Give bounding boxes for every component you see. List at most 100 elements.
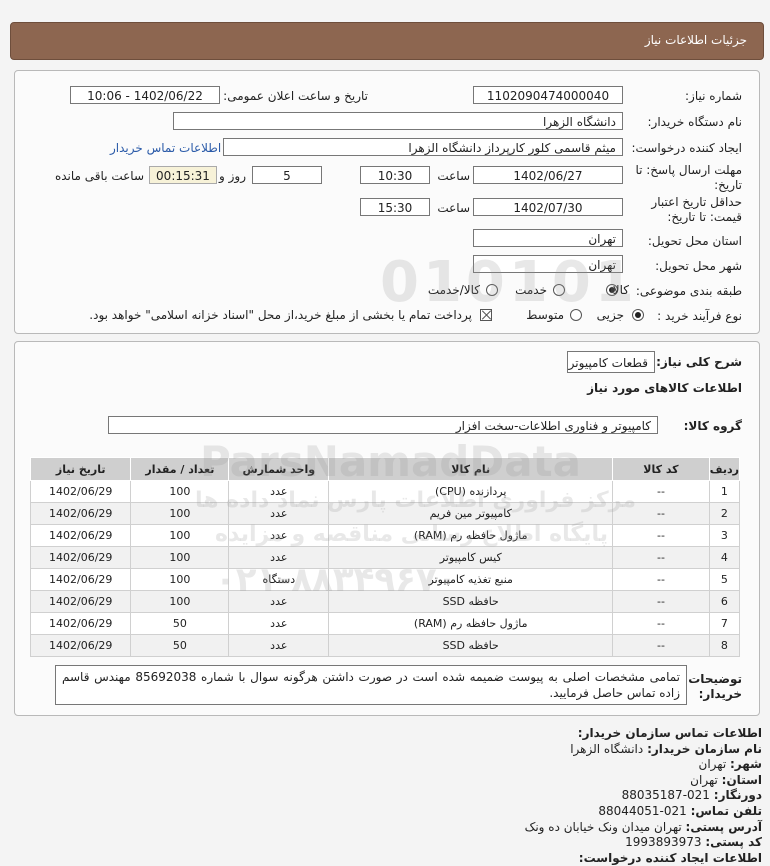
cell-unit: عدد xyxy=(228,480,330,503)
cell-qty: 100 xyxy=(130,590,230,613)
province-field[interactable]: تهران xyxy=(473,229,623,247)
table-row: 2 -- کامپیوتر مین فریم عدد 100 1402/06/29 xyxy=(29,502,741,525)
payment-note: پرداخت تمام یا بخشی از مبلغ خرید،از محل … xyxy=(89,308,472,322)
buyer-notes-box: تمامی مشخصات اصلی به پیوست ضمیمه شده است… xyxy=(55,665,687,705)
category-both-label: کالا/خدمت xyxy=(427,283,480,297)
cell-code: -- xyxy=(612,480,710,503)
cell-unit: عدد xyxy=(228,634,330,657)
validity-date-field[interactable]: 1402/07/30 xyxy=(473,198,623,216)
deadline-time-field[interactable]: 10:30 xyxy=(360,166,430,184)
table-row: 6 -- حافظه SSD عدد 100 1402/06/29 xyxy=(29,590,741,613)
cell-unit: عدد xyxy=(228,502,330,525)
contact-buyer-link[interactable]: اطلاعات تماس خریدار xyxy=(110,141,221,155)
cell-code: -- xyxy=(612,524,710,547)
cell-qty: 100 xyxy=(130,568,230,591)
buyer-notes-text: تمامی مشخصات اصلی به پیوست ضمیمه شده است… xyxy=(62,670,681,700)
contact-title: اطلاعات تماس سازمان خریدار: xyxy=(577,726,762,740)
cell-code: -- xyxy=(612,502,710,525)
deadline-date-field[interactable]: 1402/06/27 xyxy=(473,166,623,184)
validity-label: حداقل تاریخ اعتبار قیمت: تا تاریخ: xyxy=(651,195,742,224)
cell-row: 6 xyxy=(708,590,741,613)
contact-postal-label: کد پستی: xyxy=(705,835,762,850)
city-field[interactable]: تهران xyxy=(473,255,623,273)
cell-qty: 50 xyxy=(130,612,230,635)
category-both-radio[interactable] xyxy=(486,284,498,296)
contact-province-label: استان: xyxy=(721,772,762,787)
process-medium-radio[interactable] xyxy=(570,309,582,321)
cell-code: -- xyxy=(612,634,710,657)
cell-name: حافظه SSD xyxy=(328,590,614,613)
buyer-org-label: نام دستگاه خریدار: xyxy=(647,115,743,129)
cell-date: 1402/06/29 xyxy=(29,612,132,635)
cell-unit: عدد xyxy=(228,524,330,547)
cell-date: 1402/06/29 xyxy=(29,634,132,657)
cell-code: -- xyxy=(612,546,710,569)
table-row: 7 -- ماژول حافظه رم (RAM) عدد 50 1402/06/29 xyxy=(29,612,741,635)
cell-row: 1 xyxy=(708,480,741,503)
cell-code: -- xyxy=(612,590,710,613)
cell-name: کامپیوتر مین فریم xyxy=(328,502,614,525)
page-title: جزئیات اطلاعات نیاز xyxy=(644,33,747,47)
group-label: گروه کالا: xyxy=(683,419,742,433)
need-number-field[interactable]: 1102090474000040 xyxy=(473,86,623,104)
group-field[interactable]: کامپیوتر و فناوری اطلاعات-سخت افزار xyxy=(108,416,658,434)
category-service-radio[interactable] xyxy=(553,284,565,296)
cell-name: پردازنده (CPU) xyxy=(328,480,614,503)
cell-row: 2 xyxy=(708,502,741,525)
cell-code: -- xyxy=(612,568,710,591)
creator-field[interactable]: میثم قاسمی کلور کارپرداز دانشگاه الزهرا xyxy=(223,138,623,156)
cell-row: 3 xyxy=(708,524,741,547)
contact-section: اطلاعات تماس سازمان خریدار: نام سازمان خ… xyxy=(22,726,762,866)
cell-row: 8 xyxy=(708,634,741,657)
cell-qty: 100 xyxy=(130,524,230,547)
cell-qty: 50 xyxy=(130,634,230,657)
contact-fax-label: دورنگار: xyxy=(713,788,762,803)
cell-qty: 100 xyxy=(130,480,230,503)
cell-code: -- xyxy=(612,612,710,635)
creator-info-title: اطلاعات ایجاد کننده درخواست: xyxy=(578,850,762,865)
cell-row: 5 xyxy=(708,568,741,591)
remaining-label: ساعت باقی مانده xyxy=(54,169,144,183)
deadline-label: مهلت ارسال پاسخ: تا تاریخ: xyxy=(635,163,742,192)
cell-date: 1402/06/29 xyxy=(29,568,132,591)
process-minor-radio[interactable] xyxy=(632,309,644,321)
goods-info-title: اطلاعات کالاهای مورد نیاز xyxy=(587,381,742,395)
contact-city: تهران xyxy=(698,757,727,772)
days-label: روز و xyxy=(219,169,246,183)
contact-fax: 021-88035187 xyxy=(621,788,710,803)
table-row: 4 -- کیس کامپیوتر عدد 100 1402/06/29 xyxy=(29,546,741,569)
cell-name: ماژول حافظه رم (RAM) xyxy=(328,524,614,547)
treasury-checkbox[interactable] xyxy=(480,309,492,321)
cell-name: کیس کامپیوتر xyxy=(328,546,614,569)
cell-date: 1402/06/29 xyxy=(29,480,132,503)
cell-date: 1402/06/29 xyxy=(29,546,132,569)
need-number-label: شماره نیاز: xyxy=(685,89,742,103)
province-label: استان محل تحویل: xyxy=(647,234,742,248)
buyer-org-field[interactable]: دانشگاه الزهرا xyxy=(173,112,623,130)
buyer-notes-label-2: خریدار: xyxy=(698,687,742,701)
col-qty-header: تعداد / مقدار xyxy=(130,457,230,481)
contact-postal: 1993893973 xyxy=(625,835,702,850)
col-unit-header: واحد شمارش xyxy=(228,457,330,481)
category-service-label: خدمت xyxy=(515,283,547,297)
process-medium-label: متوسط xyxy=(526,308,564,322)
cell-unit: عدد xyxy=(228,590,330,613)
announce-label: تاریخ و ساعت اعلان عمومی: xyxy=(223,89,368,103)
cell-row: 4 xyxy=(708,546,741,569)
table-row: 5 -- منبع تغذیه کامپیوتر دستگاه 100 1402/06/2… xyxy=(29,568,741,591)
general-desc-field[interactable]: قطعات کامپیوتر xyxy=(567,351,655,373)
cell-unit: عدد xyxy=(228,612,330,635)
cell-row: 7 xyxy=(708,612,741,635)
goods-table: ردیف کد کالا نام کالا واحد شمارش تعداد /… xyxy=(29,457,741,657)
contact-org: دانشگاه الزهرا xyxy=(570,741,644,756)
col-row-header: ردیف xyxy=(708,457,741,481)
cell-unit: دستگاه xyxy=(228,568,330,591)
contact-phone: 021-88044051 xyxy=(598,803,687,818)
contact-address: تهران میدان ونک خیابان ده ونک xyxy=(524,819,682,834)
announce-field[interactable]: 1402/06/22 - 10:06 xyxy=(70,86,220,104)
validity-time-field[interactable]: 15:30 xyxy=(360,198,430,216)
days-field[interactable]: 5 xyxy=(252,166,322,184)
table-row: 1 -- پردازنده (CPU) عدد 100 1402/06/29 xyxy=(29,480,741,503)
cell-unit: عدد xyxy=(228,546,330,569)
deadline-time-label: ساعت xyxy=(437,169,470,183)
